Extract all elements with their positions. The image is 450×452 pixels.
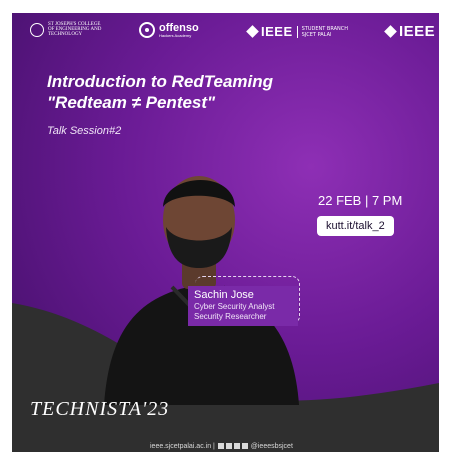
technista-brand: TECHNISTA'23 (30, 398, 170, 420)
linkedin-icon[interactable] (233, 443, 240, 450)
facebook-icon[interactable] (217, 443, 224, 450)
registration-link[interactable]: kutt.it/talk_2 (317, 216, 394, 236)
footer: ieee.sjcetpalai.ac.in | @ieeesbsjcet (150, 443, 293, 450)
instagram-icon[interactable] (225, 443, 232, 450)
speaker-role-2: Security Researcher (194, 312, 267, 321)
footer-website[interactable]: ieee.sjcetpalai.ac.in | (150, 443, 215, 450)
speaker-name-box: Sachin Jose Cyber Security Analyst Secur… (188, 286, 298, 326)
speaker-role-1: Cyber Security Analyst (194, 302, 275, 311)
event-poster: ST JOSEPH'S COLLEGE OF ENGINEERING AND T… (12, 13, 439, 452)
twitter-icon[interactable] (241, 443, 248, 450)
event-date-time: 22 FEB | 7 PM (318, 193, 403, 208)
footer-handle[interactable]: @ieeesbsjcet (251, 443, 293, 450)
speaker-name: Sachin Jose (194, 289, 254, 301)
